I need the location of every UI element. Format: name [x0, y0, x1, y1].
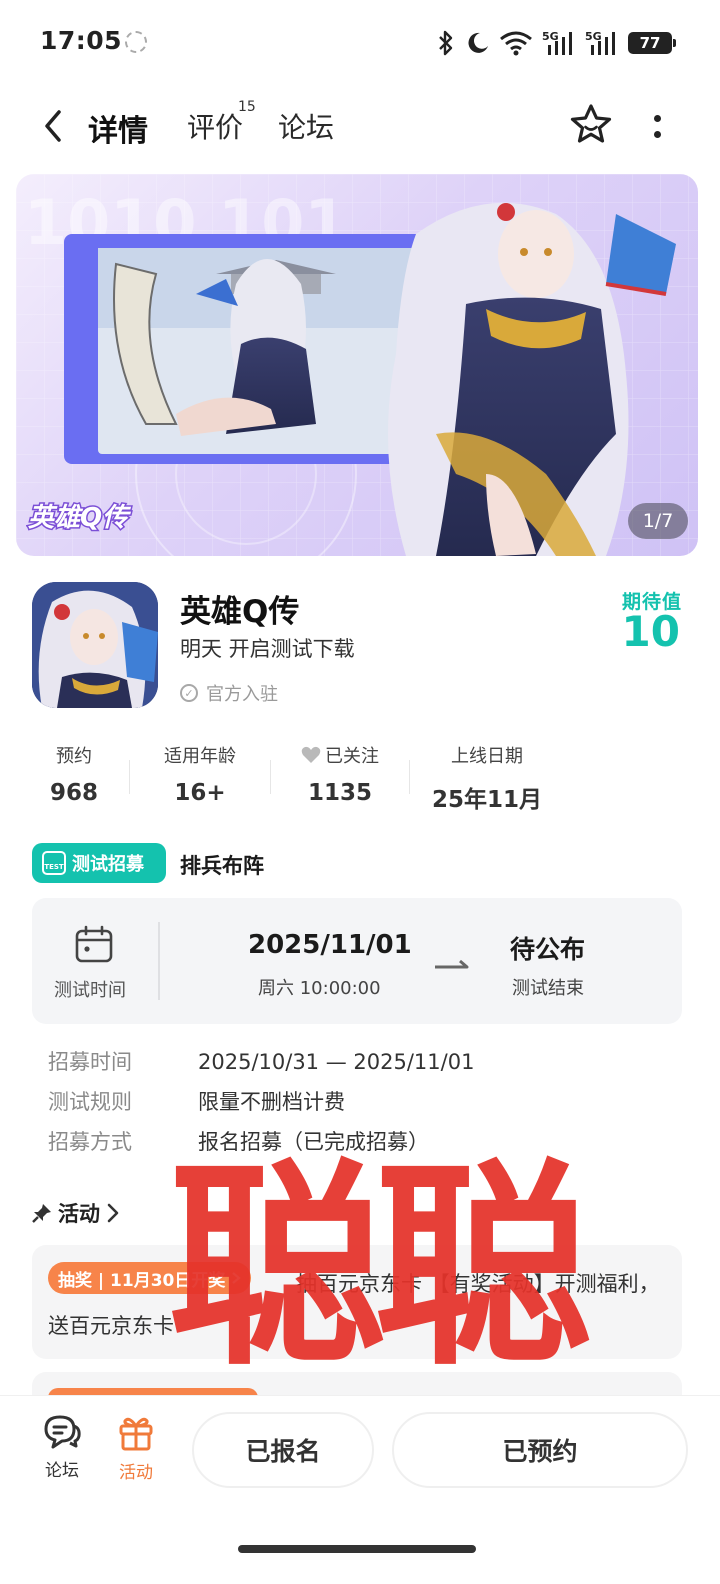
favorite-button[interactable]: [568, 102, 614, 148]
calendar-icon: [75, 925, 113, 963]
stat-value: 968: [49, 780, 98, 806]
stat-label: 预约: [56, 746, 92, 767]
more-options-button[interactable]: [642, 106, 672, 146]
home-indicator[interactable]: [238, 1545, 476, 1553]
stat-label: 适用年龄: [164, 746, 236, 767]
chevron-left-icon: [45, 110, 61, 142]
status-icons: 5G 5G 77: [437, 26, 676, 60]
stat-value: 25年11月: [432, 787, 543, 813]
stat-release-date: 上线日期 25年11月: [432, 742, 542, 814]
info-value: 限量不删档计费: [198, 1090, 345, 1114]
test-start-date: 2025/11/01: [248, 930, 412, 960]
bottom-forum-label: 论坛: [45, 1461, 79, 1481]
info-label: 测试规则: [48, 1090, 132, 1114]
tab-forum[interactable]: 论坛: [278, 106, 334, 146]
official-verified: ✓ 官方入驻: [180, 680, 278, 706]
svg-text:英雄Q传: 英雄Q传: [28, 503, 131, 533]
bottom-activity-button[interactable]: 活动: [106, 1414, 166, 1483]
status-bar: 17:05 5G 5G 77: [0, 0, 720, 84]
tab-forum-label: 论坛: [278, 111, 335, 144]
star-face-icon: [570, 104, 612, 143]
battery-icon: 77: [628, 32, 676, 54]
official-label: 官方入驻: [206, 684, 278, 705]
badge-label: 测试招募: [72, 854, 144, 875]
tab-reviews[interactable]: 评价: [187, 106, 243, 146]
5g-signal-icon: 5G: [585, 30, 615, 55]
watermark-text: 聪聪: [168, 1142, 592, 1395]
top-nav: 详情 评价 15 论坛: [0, 92, 720, 162]
divider: [270, 760, 271, 794]
game-logo: 英雄Q传: [27, 502, 133, 535]
recruit-title: 排兵布阵: [180, 854, 264, 878]
test-time-label: 测试时间: [54, 980, 126, 1001]
back-button[interactable]: [36, 106, 70, 146]
stat-followers[interactable]: 已关注 1135: [290, 742, 390, 806]
test-icon: TEST: [42, 851, 66, 875]
test-recruit-badge: TEST 测试招募: [32, 843, 166, 883]
bottom-action-bar: 论坛 活动 已报名 已预约: [0, 1396, 720, 1506]
test-schedule-card: 测试时间 2025/11/01 周六 10:00:00 待公布 测试结束: [32, 898, 682, 1024]
bluetooth-icon: [439, 30, 453, 56]
chevron-right-icon: [107, 1203, 119, 1223]
chat-bubble-icon: [44, 1415, 81, 1449]
divider: [409, 760, 410, 794]
stat-label: 上线日期: [451, 746, 523, 767]
reserved-button[interactable]: 已预约: [392, 1412, 688, 1488]
tab-reviews-label: 评价: [187, 111, 244, 144]
divider: [129, 760, 130, 794]
stat-reservations: 预约 968: [32, 742, 116, 806]
test-end-label: 测试结束: [512, 978, 584, 999]
bottom-activity-label: 活动: [119, 1463, 153, 1483]
registered-button[interactable]: 已报名: [192, 1412, 374, 1488]
check-circle-icon: ✓: [180, 684, 198, 702]
stat-age-rating: 适用年龄 16+: [154, 742, 246, 806]
5g-signal-icon: 5G: [542, 30, 572, 55]
stat-value: 16+: [174, 780, 226, 806]
stat-label: 已关注: [290, 742, 390, 768]
game-icon: [32, 582, 158, 708]
test-start-time: 周六 10:00:00: [258, 978, 381, 999]
heart-icon: [301, 746, 321, 763]
game-title: 英雄Q传: [180, 594, 300, 630]
expectation-value: 10: [621, 607, 680, 656]
arrow-right-icon: [435, 959, 469, 969]
stat-label-text: 已关注: [325, 746, 379, 767]
info-value: 2025/10/31 — 2025/11/01: [198, 1050, 475, 1074]
gift-icon: [119, 1417, 153, 1451]
stats-row: 预约 968 适用年龄 16+ 已关注 1135 上线日期 25年11月: [32, 742, 572, 814]
info-row: 招募时间 2025/10/31 — 2025/11/01: [48, 1046, 474, 1086]
bottom-forum-button[interactable]: 论坛: [32, 1414, 92, 1481]
reviews-count-badge: 15: [238, 99, 256, 115]
info-label: 招募时间: [48, 1050, 132, 1074]
test-end-status: 待公布: [510, 935, 586, 964]
wifi-icon: [500, 31, 532, 56]
game-subtitle: 明天 开启测试下载: [180, 637, 355, 661]
moon-icon: [468, 32, 488, 53]
dot: [653, 114, 661, 122]
status-time: 17:05: [40, 26, 123, 55]
tab-details[interactable]: 详情: [86, 106, 152, 153]
dot: [653, 130, 661, 138]
stat-value: 1135: [307, 780, 372, 806]
info-row: 测试规则 限量不删档计费: [48, 1086, 474, 1126]
activity-section-header[interactable]: 活动: [32, 1198, 120, 1228]
divider: [158, 922, 160, 1000]
banner-page-counter: 1/7: [628, 503, 688, 539]
pin-icon: [32, 1204, 51, 1223]
tab-details-label: 详情: [88, 114, 148, 149]
activity-heading: 活动: [58, 1202, 100, 1226]
alarm-clock-icon: [125, 31, 147, 53]
